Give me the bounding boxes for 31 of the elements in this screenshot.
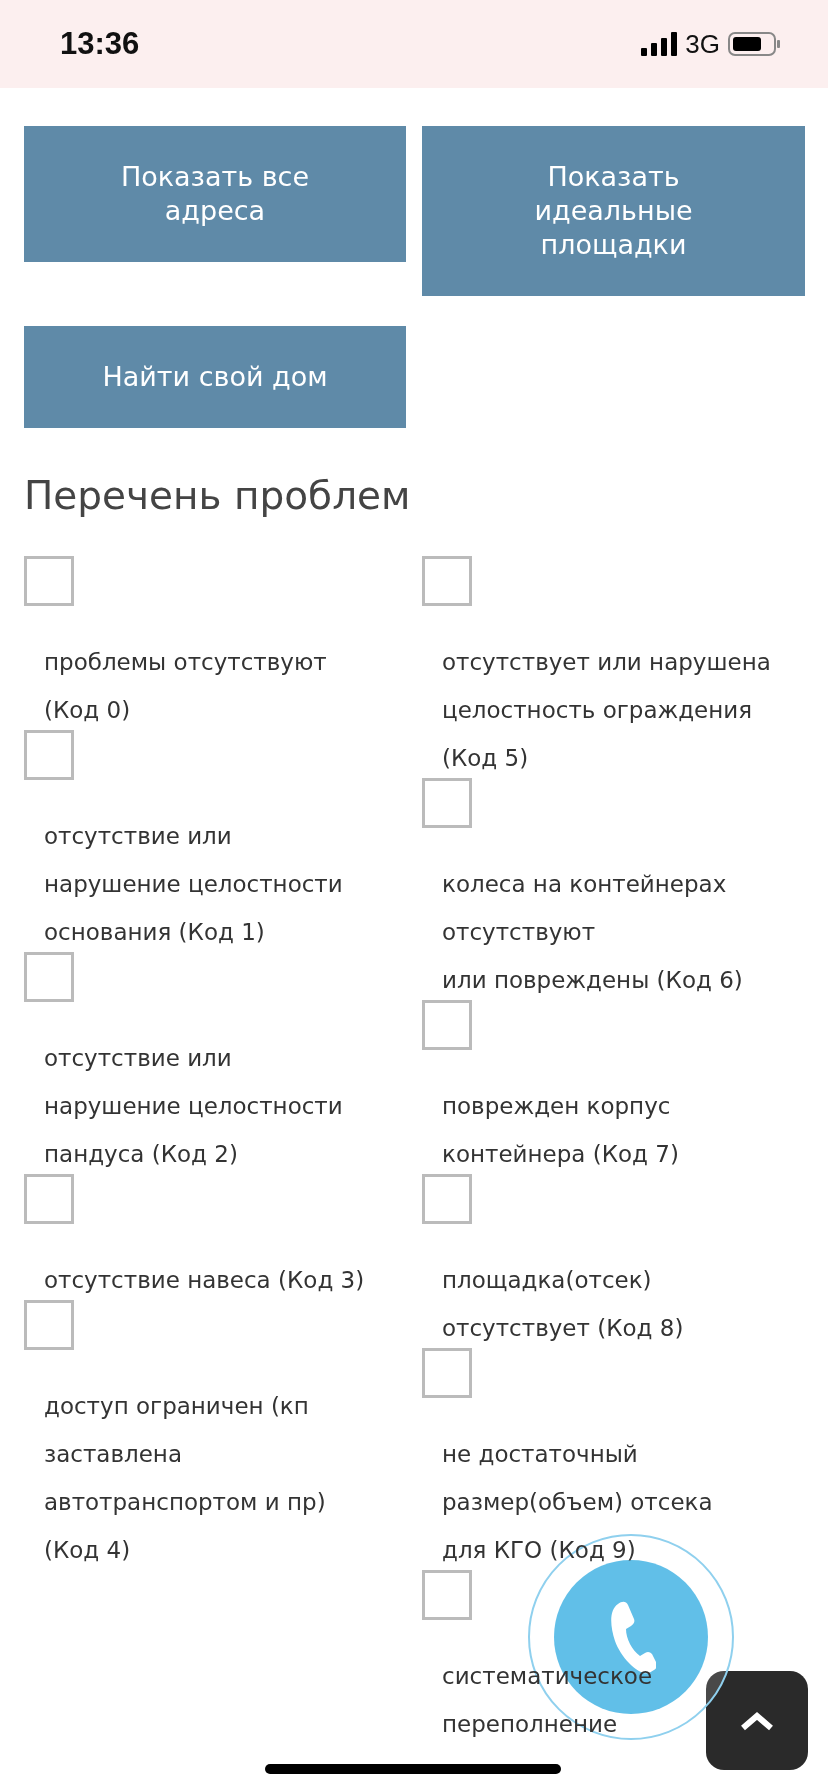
checkbox[interactable] [24,952,74,1002]
checkbox-label: не достаточный размер(объем) отсека для КГО (Код 9) [442,1440,713,1565]
scroll-top-button[interactable] [706,1671,808,1770]
checkbox-label: проблемы отсутствуют (Код 0) [44,648,327,725]
checkbox[interactable] [422,778,472,828]
checkbox-label: доступ ограничен (кп заставлена автотранспортом и пр) (Код 4) [44,1392,326,1565]
action-button[interactable]: Показать идеальные площадки [422,126,805,296]
checkbox-label: отсутствие или нарушение целостности пандуса (Код 2) [44,1044,343,1169]
checkbox[interactable] [422,556,472,606]
checkbox-label: отсутствует или нарушена целостность ограждения (Код 5) [442,648,771,773]
network-type: 3G [685,28,720,60]
checkbox[interactable] [24,1300,74,1350]
checkbox[interactable] [24,1174,74,1224]
checkbox[interactable] [422,1570,472,1620]
action-button[interactable]: Найти свой дом [24,326,406,428]
checkbox-label: отсутствие навеса (Код 3) [44,1266,365,1295]
checkbox[interactable] [422,1000,472,1050]
checkbox-label: поврежден корпус контейнера (Код 7) [442,1092,679,1169]
action-button[interactable]: Показать все адреса [24,126,406,262]
checkbox[interactable] [24,556,74,606]
section-heading: Перечень проблем [24,472,412,520]
checkbox[interactable] [422,1348,472,1398]
checkbox-label: площадка(отсек) отсутствует (Код 8) [442,1266,684,1343]
checkbox-label: отсутствие или нарушение целостности основания (Код 1) [44,822,343,947]
chevron-up-icon [740,1710,774,1731]
signal-icon [641,32,678,56]
checkbox-label: колеса на контейнерах отсутствуют или повреждены (Код 6) [442,870,743,995]
status-time: 13:36 [60,26,140,62]
battery-icon [728,32,780,56]
checkbox[interactable] [24,730,74,780]
checkbox[interactable] [422,1174,472,1224]
